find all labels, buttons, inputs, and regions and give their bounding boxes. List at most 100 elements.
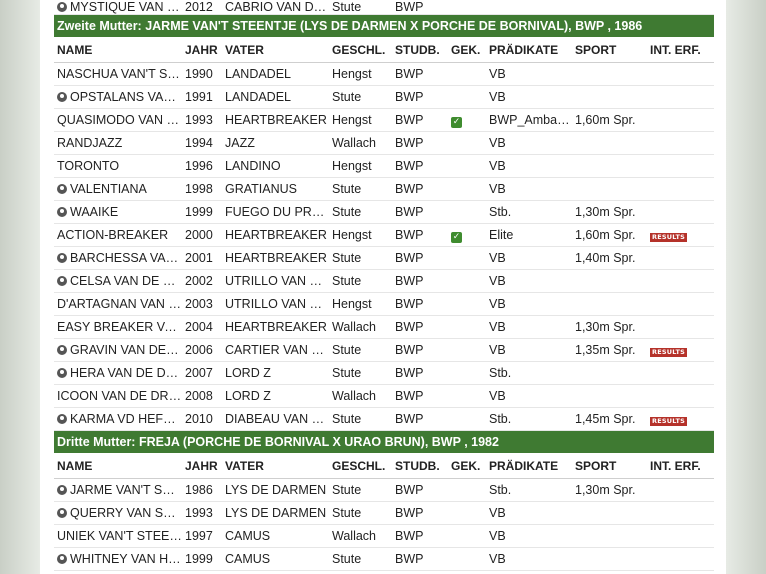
horse-name-link[interactable]: JARME VAN'T STEE... [54,483,182,497]
horse-name[interactable]: UNIEK VAN'T STEENTJE [57,529,182,543]
predicate-cell: Stb. [489,483,512,497]
horse-name[interactable]: CELSA VAN DE DRE... [70,274,182,288]
table-row: CELSA VAN DE DRE...2002 UTRILLO VAN DE ..… [54,270,714,293]
sire-cell[interactable]: CAMUS [222,552,329,566]
studbook-cell: BWP [395,297,424,311]
horse-name[interactable]: EASY BREAKER VAN D... [57,320,182,334]
horse-name[interactable]: JARME VAN'T STEE... [70,483,182,497]
mare-icon [57,345,67,355]
horse-name-link[interactable]: ACTION-BREAKER [54,228,182,242]
horse-name[interactable]: RANDJAZZ [57,136,122,150]
horse-name-link[interactable]: RANDJAZZ [54,136,182,150]
sex-cell: Stute [332,366,362,380]
horse-name[interactable]: BARCHESSA VAN DE... [70,251,182,265]
results-badge[interactable]: RESULTS [650,233,687,242]
horse-name-link[interactable]: EASY BREAKER VAN D... [54,320,182,334]
horse-name[interactable]: QUASIMODO VAN DE ... [57,113,182,127]
studbook-cell: BWP [395,113,424,127]
horse-name-link[interactable]: WHITNEY VAN HET ... [54,552,182,566]
horse-name[interactable]: MYSTIQUE VAN DE ... [70,0,182,14]
year-cell: 1998 [185,182,213,196]
sport-cell: 1,60m Spr. [575,113,636,127]
mare-icon [57,414,67,424]
sire-cell[interactable]: GRATIANUS [222,182,329,196]
horse-name[interactable]: NASCHUA VAN'T STEE... [57,67,182,81]
sire-cell[interactable]: LORD Z [222,366,329,380]
results-badge[interactable]: RESULTS [650,417,687,426]
horse-name-link[interactable]: MYSTIQUE VAN DE ... [54,0,182,14]
sire-cell[interactable]: UTRILLO VAN DE ... [222,297,329,311]
horse-name[interactable]: QUERRY VAN STEE... [70,506,182,520]
column-header-row: NAME JAHR VATER GESCHL. STUDB. GEK. PRÄDIKATE S… [54,37,714,63]
column-header-stud: STUDB. [395,42,440,57]
sire-cell[interactable]: HEARTBREAKER [222,251,329,265]
section-header-section2: Zweite Mutter: JARME VAN'T STEENTJE (LYS… [54,15,714,37]
horse-name-link[interactable]: TORONTO [54,159,182,173]
horse-name-link[interactable]: VALENTIANA [54,182,182,196]
horse-name[interactable]: ACTION-BREAKER [57,228,168,242]
horse-name-link[interactable]: BARCHESSA VAN DE... [54,251,182,265]
horse-name-link[interactable]: QUERRY VAN STEE... [54,506,182,520]
sire-cell[interactable]: LANDADEL [222,67,329,81]
sire-cell[interactable]: FUEGO DU PRELET [222,205,329,219]
results-badge[interactable]: RESULTS [650,348,687,357]
horse-name[interactable]: VALENTIANA [70,182,147,196]
offspring-table: MYSTIQUE VAN DE ...2012 CABRIO VAN DE ...… [54,0,714,571]
table-row: WAAIKE 1999 FUEGO DU PRELETStute BWP Stb. 1,3… [54,201,714,224]
horse-name-link[interactable]: QUASIMODO VAN DE ... [54,113,182,127]
sire-cell[interactable]: LORD Z [222,389,329,403]
column-header-sex: GESCHL. [332,458,386,473]
column-header-name: NAME [57,42,93,57]
sire-cell[interactable]: UTRILLO VAN DE ... [222,274,329,288]
horse-name-link[interactable]: WAAIKE [54,205,182,219]
sire-cell[interactable]: LYS DE DARMEN [222,483,329,497]
sire-cell[interactable]: HEARTBREAKER [222,228,329,242]
mare-icon [57,508,67,518]
horse-name[interactable]: GRAVIN VAN DE DR... [70,343,182,357]
studbook-cell: BWP [395,228,424,242]
check-icon: ✓ [451,231,462,243]
sex-cell: Stute [332,251,362,265]
horse-name[interactable]: HERA VAN DE DREEF [70,366,182,380]
horse-name-link[interactable]: CELSA VAN DE DRE... [54,274,182,288]
pedigree-panel: MYSTIQUE VAN DE ...2012 CABRIO VAN DE ...… [40,0,726,574]
horse-name[interactable]: KARMA VD HEFFINCK [70,412,182,426]
sport-cell: 1,40m Spr. [575,251,636,265]
sire-cell[interactable]: DIABEAU VAN DE ... [222,412,329,426]
sire-cell[interactable]: HEARTBREAKER [222,320,329,334]
horse-name[interactable]: WHITNEY VAN HET ... [70,552,182,566]
sex-cell: Stute [332,182,362,196]
sex-cell: Hengst [332,159,372,173]
sex-cell: Hengst [332,113,372,127]
horse-name[interactable]: ICOON VAN DE DREEF [57,389,182,403]
year-cell: 2002 [185,274,213,288]
sire-cell[interactable]: HEARTBREAKER [222,113,329,127]
horse-name[interactable]: OPSTALANS VAN H... [70,90,182,104]
horse-name[interactable]: WAAIKE [70,205,118,219]
sire-cell[interactable]: JAZZ [222,136,329,150]
horse-name-link[interactable]: GRAVIN VAN DE DR... [54,343,182,357]
sex-cell: Stute [332,506,362,520]
horse-name-link[interactable]: UNIEK VAN'T STEENTJE [54,529,182,543]
predicate-cell: VB [489,320,506,334]
horse-name[interactable]: D'ARTAGNAN VAN DE... [57,297,182,311]
horse-name-link[interactable]: D'ARTAGNAN VAN DE... [54,297,182,311]
horse-name-link[interactable]: HERA VAN DE DREEF [54,366,182,380]
year-cell: 2007 [185,366,213,380]
sire-cell[interactable]: CARTIER VAN DE ... [222,343,329,357]
horse-name-link[interactable]: OPSTALANS VAN H... [54,90,182,104]
sire-cell[interactable]: LYS DE DARMEN [222,506,329,520]
year-cell: 1994 [185,136,213,150]
predicate-cell: VB [489,506,506,520]
horse-name-link[interactable]: ICOON VAN DE DREEF [54,389,182,403]
horse-name-link[interactable]: KARMA VD HEFFINCK [54,412,182,426]
horse-name[interactable]: TORONTO [57,159,119,173]
sire-cell[interactable]: LANDINO [222,159,329,173]
sire-cell[interactable]: CABRIO VAN DE ... [222,0,329,14]
column-header-year: JAHR [185,42,218,57]
mare-icon [57,276,67,286]
column-header-vater: VATER [225,458,264,473]
sire-cell[interactable]: CAMUS [222,529,329,543]
sire-cell[interactable]: LANDADEL [222,90,329,104]
horse-name-link[interactable]: NASCHUA VAN'T STEE... [54,67,182,81]
